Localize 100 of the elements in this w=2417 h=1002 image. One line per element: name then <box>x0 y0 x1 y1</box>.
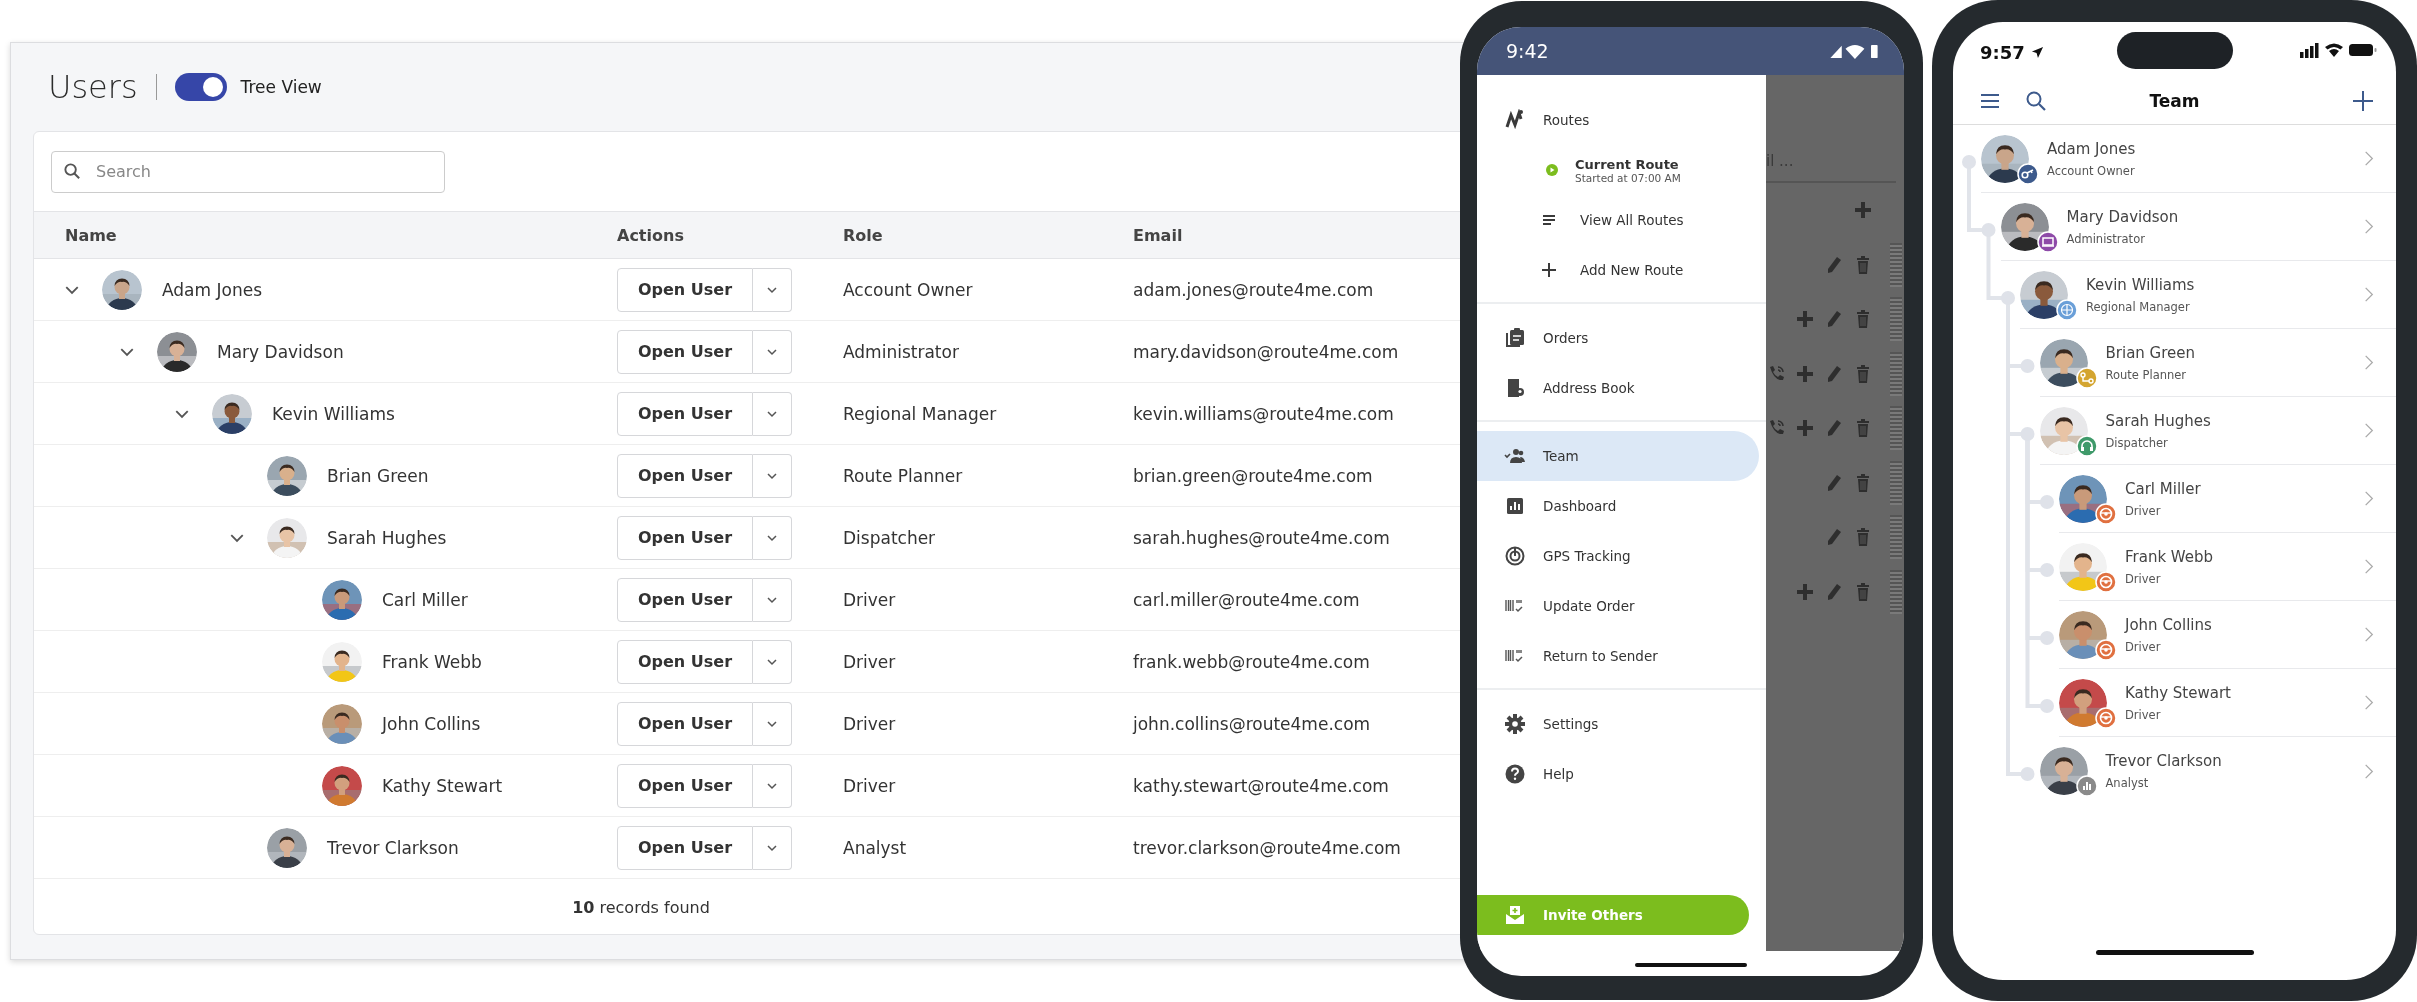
menu-item-label: Help <box>1543 766 1574 782</box>
open-user-button[interactable]: Open User <box>617 577 753 622</box>
clipboard-icon <box>1504 327 1526 349</box>
dropdown-button[interactable] <box>753 453 792 498</box>
team-member-row[interactable]: Kathy Stewart Driver <box>1953 669 2396 737</box>
battery-icon <box>2349 44 2377 56</box>
add-icon[interactable] <box>2352 90 2374 112</box>
menu-item[interactable]: Help <box>1477 749 1759 799</box>
email-cell: mary.davidson@route4me.com <box>1133 341 1399 362</box>
team-member-row[interactable]: John Collins Driver <box>1953 601 2396 669</box>
open-user-button[interactable]: Open User <box>617 701 753 746</box>
dropdown-button[interactable] <box>753 391 792 436</box>
member-name: Adam Jones <box>2047 139 2137 158</box>
user-name: Mary Davidson <box>217 341 344 362</box>
team-member-row[interactable]: Carl Miller Driver <box>1953 465 2396 533</box>
open-user-button[interactable]: Open User <box>617 391 753 436</box>
open-user-button[interactable]: Open User <box>617 825 753 870</box>
team-member-row[interactable]: Trevor Clarkson Analyst <box>1953 737 2396 805</box>
help-icon <box>1504 763 1526 785</box>
email-cell: trevor.clarkson@route4me.com <box>1133 837 1401 858</box>
status-time: 9:42 <box>1506 40 1549 62</box>
menu-item[interactable]: Orders <box>1477 313 1759 363</box>
bar-chart-icon <box>1504 495 1526 517</box>
chevron-right-icon <box>2364 626 2374 643</box>
user-name: John Collins <box>382 713 481 734</box>
menu-item[interactable]: View All Routes <box>1477 195 1759 245</box>
open-user-button[interactable]: Open User <box>617 639 753 684</box>
dropdown-button[interactable] <box>753 639 792 684</box>
menu-item-label: Orders <box>1543 330 1589 346</box>
menu-item[interactable]: Settings <box>1477 699 1759 749</box>
open-user-button[interactable]: Open User <box>617 763 753 808</box>
route-icon <box>1504 109 1526 131</box>
dropdown-button[interactable] <box>753 329 792 374</box>
open-user-button[interactable]: Open User <box>617 329 753 374</box>
menu-item-label: View All Routes <box>1580 212 1684 228</box>
team-member-row[interactable]: Frank Webb Driver <box>1953 533 2396 601</box>
menu-item[interactable]: GPS Tracking <box>1477 531 1759 581</box>
tree-view-toggle[interactable] <box>174 73 227 101</box>
menu-item[interactable]: Add New Route <box>1477 245 1759 295</box>
drag-handle-icon <box>1890 460 1902 505</box>
menu-item[interactable]: Current Route Started at 07:00 AM <box>1477 145 1759 195</box>
node-dot <box>2001 291 2015 305</box>
role-cell: Driver <box>843 651 896 672</box>
open-user-button[interactable]: Open User <box>617 267 753 312</box>
member-name: Trevor Clarkson <box>2105 752 2223 770</box>
envelope-icon <box>1504 904 1526 926</box>
open-user-button[interactable]: Open User <box>617 453 753 498</box>
email-cell: kevin.williams@route4me.com <box>1133 403 1394 424</box>
dropdown-button[interactable] <box>753 701 792 746</box>
wifi-icon <box>2325 43 2343 57</box>
page-title: Users <box>48 68 138 106</box>
dropdown-button[interactable] <box>753 763 792 808</box>
search-icon[interactable] <box>2025 90 2047 112</box>
team-member-row[interactable]: Mary Davidson Administrator <box>1953 193 2396 261</box>
menu-item[interactable]: Routes <box>1477 95 1759 145</box>
menu-item-label: Settings <box>1543 716 1599 732</box>
menu-item[interactable]: Return to Sender <box>1477 631 1759 681</box>
email-cell: sarah.hughes@route4me.com <box>1133 527 1390 548</box>
drag-handle-icon <box>1890 569 1902 614</box>
column-header: Role <box>843 225 883 245</box>
email-cell: carl.miller@route4me.com <box>1133 589 1360 610</box>
team-member-row[interactable]: Adam Jones Account Owner <box>1953 125 2396 193</box>
plus-icon <box>1795 309 1815 330</box>
location-icon <box>2030 45 2044 59</box>
role-cell: Driver <box>843 713 896 734</box>
menu-item[interactable]: Update Order <box>1477 581 1759 631</box>
open-user-button[interactable]: Open User <box>617 515 753 560</box>
user-name: Carl Miller <box>382 589 468 610</box>
record-count: 10 records found <box>572 897 710 917</box>
plus-icon <box>1795 363 1815 384</box>
column-header: Email <box>1133 225 1183 245</box>
chevron-right-icon <box>2364 218 2374 235</box>
menu-item-subtitle: Started at 07:00 AM <box>1575 171 1681 184</box>
team-member-row[interactable]: Sarah Hughes Dispatcher <box>1953 397 2396 465</box>
email-cell: john.collins@route4me.com <box>1133 713 1371 734</box>
dropdown-button[interactable] <box>753 515 792 560</box>
search-field[interactable]: Search <box>51 150 445 193</box>
plus-icon <box>1853 200 1873 221</box>
role-cell: Dispatcher <box>843 527 936 548</box>
team-member-row[interactable]: Kevin Williams Regional Manager <box>1953 261 2396 329</box>
team-member-row[interactable]: Brian Green Route Planner <box>1953 329 2396 397</box>
column-header: Name <box>65 225 117 245</box>
node-dot <box>2040 563 2054 577</box>
menu-item-label: GPS Tracking <box>1543 548 1631 564</box>
chevron-right-icon <box>2364 558 2374 575</box>
node-dot <box>1981 223 1996 237</box>
menu-item[interactable]: Address Book <box>1477 363 1759 413</box>
dropdown-button[interactable] <box>753 577 792 622</box>
menu-item-label: Address Book <box>1543 380 1635 396</box>
role-cell: Route Planner <box>843 465 963 486</box>
member-role: Account Owner <box>2047 163 2136 178</box>
user-name: Kathy Stewart <box>382 775 503 796</box>
member-role: Driver <box>2125 503 2162 518</box>
dropdown-button[interactable] <box>753 825 792 870</box>
dropdown-button[interactable] <box>753 267 792 312</box>
menu-item[interactable]: Dashboard <box>1477 481 1759 531</box>
menu-item[interactable]: Team <box>1477 431 1759 481</box>
member-role: Analyst <box>2105 776 2150 790</box>
member-name: Kevin Williams <box>2086 275 2196 294</box>
chevron-right-icon <box>2364 354 2374 371</box>
